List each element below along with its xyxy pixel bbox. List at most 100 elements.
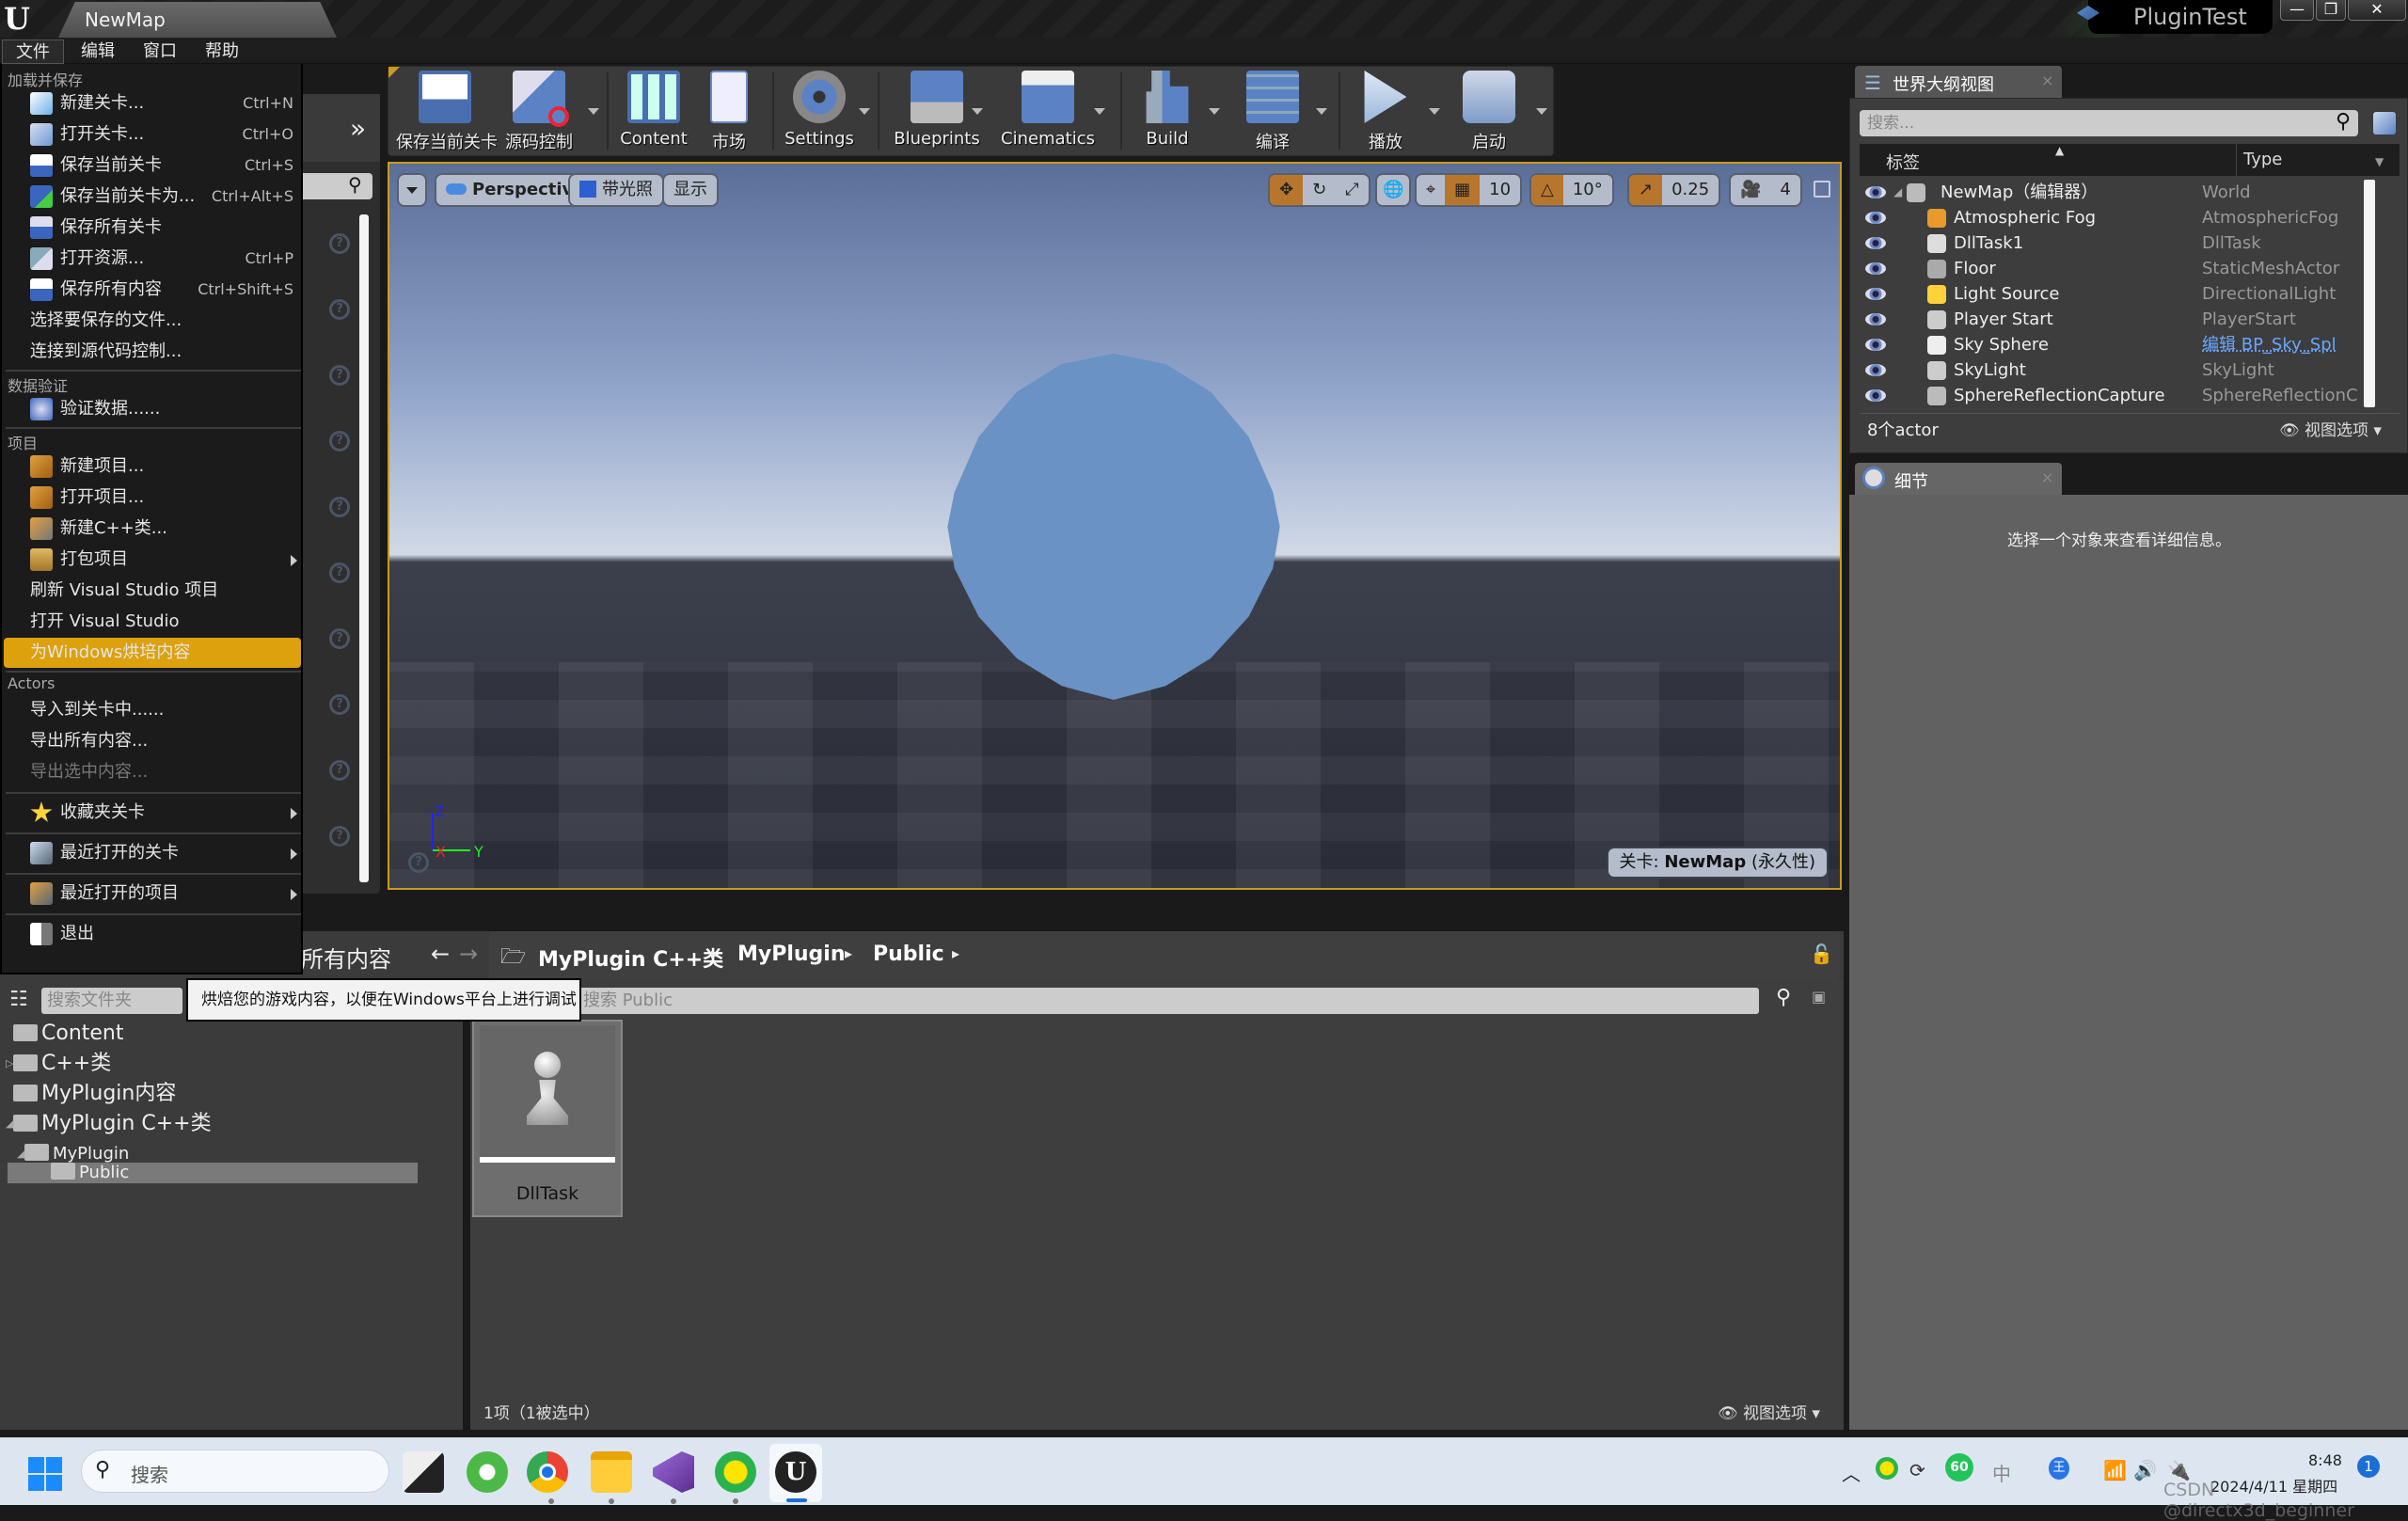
- map-tab[interactable]: NewMap: [58, 2, 337, 38]
- viewport-options-button[interactable]: [397, 173, 427, 207]
- file-menu-item[interactable]: 退出: [4, 919, 301, 949]
- grid-snap-toggle[interactable]: ▦: [1445, 175, 1481, 205]
- save-search-icon[interactable]: ▣: [1812, 988, 1826, 1006]
- menu-edit[interactable]: 编辑: [68, 40, 128, 64]
- outliner-row[interactable]: ◢ NewMap（编辑器） World: [1860, 180, 2368, 205]
- breadcrumb-separator-icon[interactable]: ▸: [845, 944, 852, 962]
- sources-toggle-icon[interactable]: ☷: [9, 988, 28, 1011]
- help-icon[interactable]: ?: [329, 365, 350, 386]
- lock-icon[interactable]: 🔓: [1810, 943, 1833, 965]
- unreal-engine-taskbar-icon[interactable]: U: [775, 1451, 816, 1493]
- outliner-row[interactable]: Floor StaticMeshActor: [1860, 256, 2368, 281]
- file-menu-item[interactable]: 保存所有内容 Ctrl+Shift+S: [4, 275, 301, 305]
- file-menu-item[interactable]: 打开项目...: [4, 483, 301, 513]
- marketplace-button[interactable]: 市场: [699, 71, 759, 153]
- outliner-row[interactable]: DllTask1 DllTask: [1860, 230, 2368, 256]
- help-icon[interactable]: ?: [329, 497, 350, 517]
- task-view-icon[interactable]: [403, 1451, 444, 1493]
- folder-tree-item[interactable]: Public: [8, 1163, 418, 1183]
- folder-tree-item[interactable]: ▷ C++类: [6, 1050, 111, 1078]
- help-icon[interactable]: ?: [408, 852, 429, 873]
- outliner-view-options-button[interactable]: 👁 视图选项 ▾: [2279, 417, 2382, 440]
- compile-dropdown-arrow[interactable]: [1316, 108, 1327, 115]
- play-dropdown-arrow[interactable]: [1429, 108, 1440, 115]
- column-options-icon[interactable]: ▼: [2375, 155, 2384, 168]
- visibility-eye-icon[interactable]: [1865, 288, 1886, 300]
- rotation-snap-value[interactable]: 10°: [1563, 175, 1612, 205]
- visibility-eye-icon[interactable]: [1865, 339, 1886, 351]
- tray-input-app-icon[interactable]: 王: [2049, 1457, 2069, 1480]
- file-menu-item[interactable]: 收藏夹关卡: [4, 798, 301, 828]
- close-tab-icon[interactable]: ×: [2041, 468, 2053, 486]
- play-button[interactable]: 播放: [1346, 71, 1425, 153]
- tray-360-icon[interactable]: [1876, 1457, 1898, 1480]
- all-content-label[interactable]: 所有内容: [301, 941, 391, 974]
- visibility-eye-icon[interactable]: [1865, 262, 1886, 275]
- collapsed-arrow-icon[interactable]: ▷: [6, 1050, 13, 1078]
- cinematics-dropdown-arrow[interactable]: [1094, 108, 1105, 115]
- content-button[interactable]: Content: [614, 71, 693, 153]
- launch-button[interactable]: 启动: [1450, 71, 1529, 153]
- breadcrumb-item[interactable]: Public: [873, 943, 944, 966]
- scale-snap-toggle[interactable]: ↗: [1629, 175, 1663, 205]
- outliner-row[interactable]: SphereReflectionCapture SphereReflectionC: [1860, 383, 2368, 408]
- outliner-search-input[interactable]: 搜索...: [1860, 110, 2358, 136]
- tray-speed-badge[interactable]: 60: [1945, 1453, 1973, 1481]
- build-dropdown-arrow[interactable]: [1209, 108, 1220, 115]
- scale-snap-value[interactable]: 0.25: [1662, 175, 1719, 205]
- tab-world-outliner[interactable]: ☰ 世界大纲视图 ×: [1855, 66, 2062, 98]
- help-icon[interactable]: ?: [329, 562, 350, 583]
- source-control-dropdown-arrow[interactable]: [588, 108, 599, 115]
- place-search-input[interactable]: ⚲: [301, 173, 372, 199]
- grid-snap-value[interactable]: 10: [1480, 175, 1520, 205]
- world-local-toggle[interactable]: 🌐: [1375, 173, 1412, 207]
- restore-button[interactable]: ❐: [2316, 0, 2346, 21]
- help-icon[interactable]: ?: [329, 431, 350, 452]
- visibility-eye-icon[interactable]: [1865, 389, 1886, 402]
- outliner-row[interactable]: SkyLight SkyLight: [1860, 357, 2368, 383]
- file-menu-item[interactable]: 打包项目: [4, 545, 301, 575]
- menu-file[interactable]: 文件: [2, 40, 64, 64]
- folder-tree-item[interactable]: MyPlugin内容: [13, 1080, 176, 1108]
- file-menu-item[interactable]: 保存当前关卡 Ctrl+S: [4, 151, 301, 181]
- close-button[interactable]: ✕: [2348, 0, 2406, 21]
- visibility-eye-icon[interactable]: [1865, 186, 1886, 198]
- launch-dropdown-arrow[interactable]: [1536, 108, 1547, 115]
- file-menu-item[interactable]: 新建C++类...: [4, 514, 301, 544]
- scrollbar[interactable]: [359, 214, 369, 882]
- chrome-icon[interactable]: [527, 1451, 568, 1493]
- visibility-eye-icon[interactable]: [1865, 212, 1886, 224]
- help-icon[interactable]: ?: [329, 826, 350, 847]
- column-type-header[interactable]: Type: [2243, 150, 2282, 169]
- file-menu-item[interactable]: 刷新 Visual Studio 项目: [4, 576, 301, 606]
- taskbar-search-box[interactable]: ⚲ 搜索: [81, 1450, 389, 1493]
- asset-tile[interactable]: DllTask: [472, 1020, 623, 1217]
- lighting-mode-button[interactable]: 带光照: [568, 173, 664, 207]
- file-menu-item[interactable]: 打开关卡... Ctrl+O: [4, 119, 301, 150]
- wifi-icon[interactable]: 📶: [2103, 1459, 2127, 1481]
- camera-speed-value[interactable]: 4: [1770, 175, 1799, 205]
- file-menu-item[interactable]: 新建关卡... Ctrl+N: [4, 88, 301, 119]
- file-menu-item[interactable]: 最近打开的项目: [4, 879, 301, 909]
- breadcrumb-item[interactable]: MyPlugin: [737, 943, 846, 966]
- folder-tree-item[interactable]: ◢ MyPlugin C++类: [6, 1110, 212, 1138]
- breadcrumb-separator-icon[interactable]: ▸: [952, 944, 959, 962]
- menu-window[interactable]: 窗口: [130, 40, 190, 64]
- create-folder-icon[interactable]: [2373, 112, 2396, 135]
- file-menu-item[interactable]: 为Windows烘培内容: [4, 638, 301, 668]
- minimize-button[interactable]: —: [2280, 0, 2314, 21]
- start-button[interactable]: [28, 1457, 62, 1491]
- maximize-viewport-icon[interactable]: [1814, 181, 1830, 198]
- source-control-button[interactable]: 源码控制: [499, 71, 578, 153]
- blueprints-dropdown-arrow[interactable]: [972, 108, 983, 115]
- breadcrumb-item[interactable]: MyPlugin C++类: [538, 943, 723, 973]
- visual-studio-icon[interactable]: [653, 1451, 694, 1493]
- visibility-eye-icon[interactable]: [1865, 313, 1886, 325]
- file-menu-item[interactable]: 导出所有内容...: [4, 726, 301, 756]
- rotation-snap-toggle[interactable]: △: [1531, 175, 1563, 205]
- help-icon[interactable]: ?: [329, 760, 350, 781]
- help-icon[interactable]: ?: [329, 233, 350, 254]
- folder-tree-item[interactable]: Content: [13, 1020, 124, 1048]
- close-tab-icon[interactable]: ×: [2041, 71, 2053, 89]
- file-menu-item[interactable]: 选择要保存的文件...: [4, 306, 301, 336]
